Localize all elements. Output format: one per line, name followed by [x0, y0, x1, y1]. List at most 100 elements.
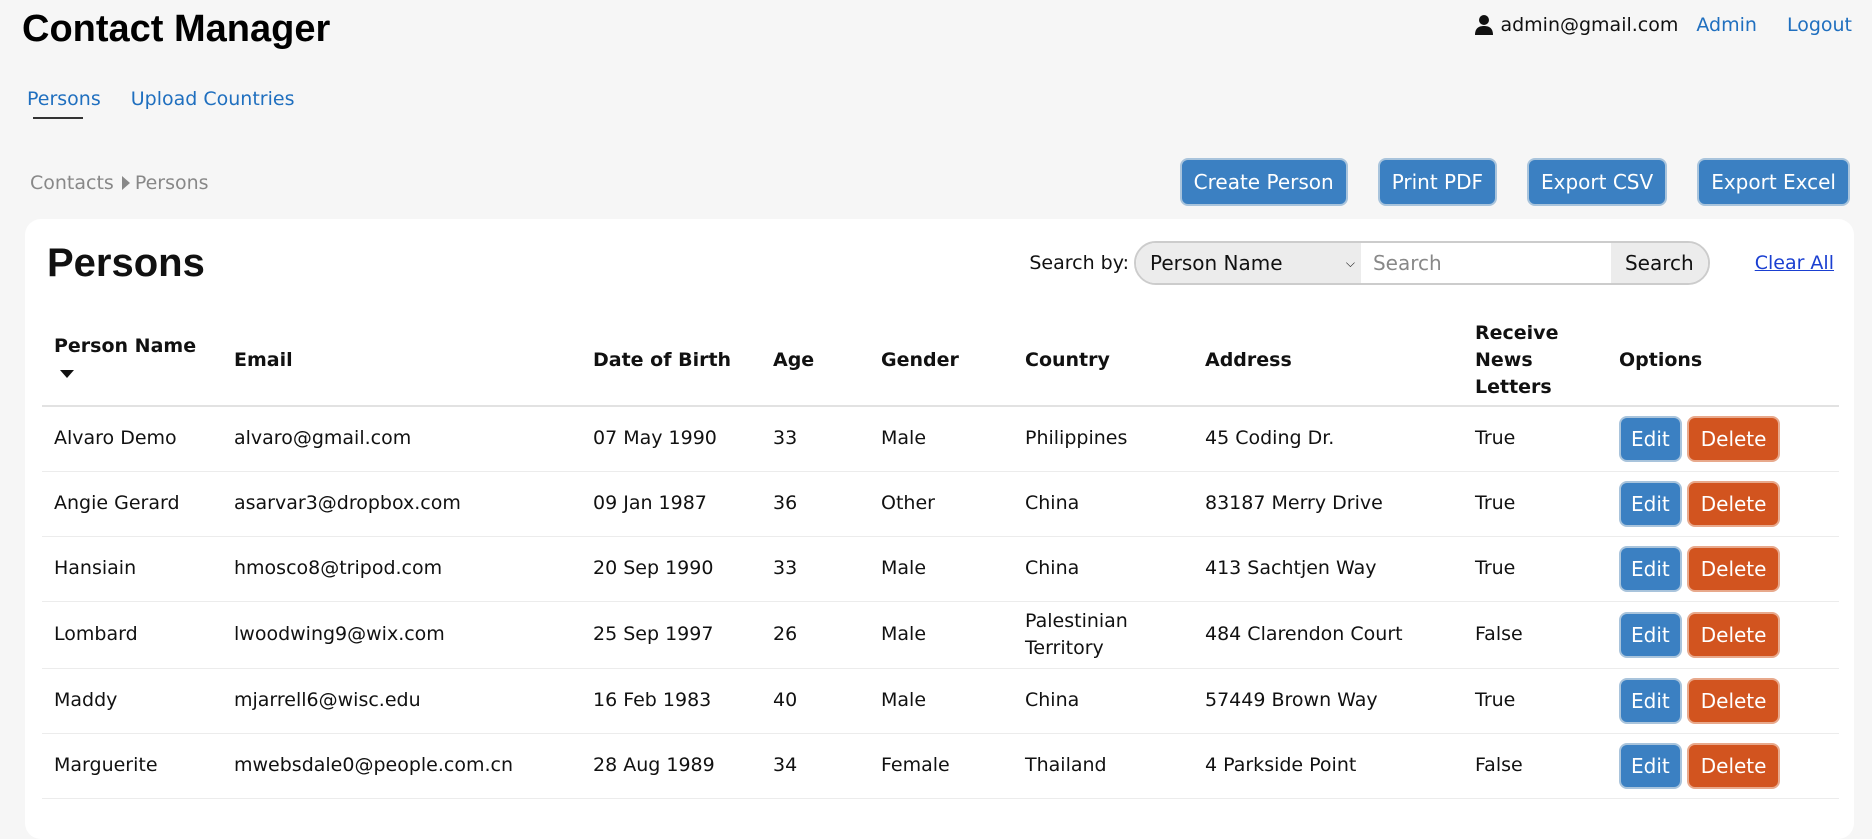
cell-age: 26	[761, 601, 869, 669]
search-field-select[interactable]: Person Name ⌵	[1135, 243, 1361, 283]
user-icon	[1475, 15, 1494, 35]
search-button[interactable]: Search	[1610, 243, 1708, 283]
cell-gender: Male	[869, 668, 1013, 734]
column-header-country[interactable]: Country	[1013, 315, 1193, 407]
clear-all-link[interactable]: Clear All	[1755, 252, 1834, 274]
cell-age: 36	[761, 471, 869, 537]
persons-card: Persons Search by: Person Name ⌵ Search …	[25, 219, 1854, 839]
cell-date-of-birth: 25 Sep 1997	[581, 601, 761, 669]
cell-date-of-birth: 28 Aug 1989	[581, 733, 761, 799]
cell-country: China	[1013, 471, 1193, 537]
table-row: Maddy mjarrell6@wisc.edu 16 Feb 1983 40 …	[42, 668, 1839, 734]
cell-email: asarvar3@dropbox.com	[222, 471, 581, 537]
edit-button[interactable]: Edit	[1619, 545, 1682, 592]
table-header-row: Person Name Email Date of Birth Age Gend…	[42, 315, 1839, 407]
cell-gender: Male	[869, 536, 1013, 602]
caret-right-icon	[121, 176, 130, 190]
cell-address: 413 Sachtjen Way	[1193, 536, 1463, 602]
main-nav: Persons Upload Countries	[27, 88, 324, 119]
cell-age: 40	[761, 668, 869, 734]
edit-button[interactable]: Edit	[1619, 415, 1682, 462]
cell-date-of-birth: 07 May 1990	[581, 406, 761, 472]
cell-person-name: Marguerite	[42, 733, 222, 799]
user-email: admin@gmail.com	[1500, 14, 1679, 36]
cell-country: Palestinian Territory	[1013, 601, 1193, 669]
cell-date-of-birth: 20 Sep 1990	[581, 536, 761, 602]
edit-button[interactable]: Edit	[1619, 480, 1682, 527]
delete-button[interactable]: Delete	[1686, 742, 1781, 789]
cell-country: Philippines	[1013, 406, 1193, 472]
sort-desc-icon	[60, 369, 74, 378]
cell-options: Edit Delete	[1607, 601, 1839, 669]
admin-link[interactable]: Admin	[1696, 14, 1757, 36]
persons-table: Person Name Email Date of Birth Age Gend…	[42, 315, 1839, 799]
cell-receive-news-letters: True	[1463, 536, 1607, 602]
app-title: Contact Manager	[22, 8, 331, 50]
delete-button[interactable]: Delete	[1686, 480, 1781, 527]
column-header-address[interactable]: Address	[1193, 315, 1463, 407]
column-header-options: Options	[1607, 315, 1839, 407]
cell-email: mwebsdale0@people.com.cn	[222, 733, 581, 799]
cell-options: Edit Delete	[1607, 668, 1839, 734]
cell-address: 57449 Brown Way	[1193, 668, 1463, 734]
cell-gender: Other	[869, 471, 1013, 537]
user-area: admin@gmail.com Admin Logout	[1474, 14, 1852, 36]
cell-gender: Male	[869, 406, 1013, 472]
delete-button[interactable]: Delete	[1686, 415, 1781, 462]
cell-options: Edit Delete	[1607, 471, 1839, 537]
cell-country: China	[1013, 536, 1193, 602]
create-person-button[interactable]: Create Person	[1179, 158, 1348, 206]
table-row: Lombard lwoodwing9@wix.com 25 Sep 1997 2…	[42, 601, 1839, 669]
cell-person-name: Lombard	[42, 601, 222, 669]
cell-email: hmosco8@tripod.com	[222, 536, 581, 602]
delete-button[interactable]: Delete	[1686, 611, 1781, 658]
cell-address: 484 Clarendon Court	[1193, 601, 1463, 669]
edit-button[interactable]: Edit	[1619, 742, 1682, 789]
cell-receive-news-letters: True	[1463, 668, 1607, 734]
edit-button[interactable]: Edit	[1619, 677, 1682, 724]
logout-link[interactable]: Logout	[1787, 14, 1852, 36]
cell-options: Edit Delete	[1607, 406, 1839, 472]
cell-age: 34	[761, 733, 869, 799]
search-input[interactable]	[1360, 243, 1611, 283]
export-excel-button[interactable]: Export Excel	[1697, 158, 1850, 206]
cell-email: lwoodwing9@wix.com	[222, 601, 581, 669]
cell-email: alvaro@gmail.com	[222, 406, 581, 472]
table-row: Hansiain hmosco8@tripod.com 20 Sep 1990 …	[42, 536, 1839, 602]
cell-receive-news-letters: False	[1463, 733, 1607, 799]
table-row: Marguerite mwebsdale0@people.com.cn 28 A…	[42, 733, 1839, 799]
column-header-receive-news-letters[interactable]: Receive News Letters	[1463, 315, 1607, 407]
export-csv-button[interactable]: Export CSV	[1527, 158, 1668, 206]
search-area: Search by: Person Name ⌵ Search Clear Al…	[1029, 241, 1834, 285]
column-header-age[interactable]: Age	[761, 315, 869, 407]
cell-person-name: Angie Gerard	[42, 471, 222, 537]
delete-button[interactable]: Delete	[1686, 545, 1781, 592]
column-header-email[interactable]: Email	[222, 315, 581, 407]
cell-address: 45 Coding Dr.	[1193, 406, 1463, 472]
cell-person-name: Maddy	[42, 668, 222, 734]
breadcrumb-item-persons: Persons	[134, 172, 209, 194]
action-buttons: Create Person Print PDF Export CSV Expor…	[1150, 158, 1850, 206]
nav-item-upload-countries[interactable]: Upload Countries	[131, 88, 295, 116]
edit-button[interactable]: Edit	[1619, 611, 1682, 658]
cell-gender: Male	[869, 601, 1013, 669]
cell-address: 4 Parkside Point	[1193, 733, 1463, 799]
page-title: Persons	[47, 241, 205, 285]
breadcrumb-item-contacts[interactable]: Contacts	[30, 172, 114, 194]
cell-receive-news-letters: True	[1463, 406, 1607, 472]
nav-item-persons[interactable]: Persons	[27, 88, 101, 119]
search-label: Search by:	[1029, 252, 1129, 274]
column-header-date-of-birth[interactable]: Date of Birth	[581, 315, 761, 407]
delete-button[interactable]: Delete	[1686, 677, 1781, 724]
cell-address: 83187 Merry Drive	[1193, 471, 1463, 537]
cell-country: Thailand	[1013, 733, 1193, 799]
table-row: Alvaro Demo alvaro@gmail.com 07 May 1990…	[42, 406, 1839, 472]
column-header-gender[interactable]: Gender	[869, 315, 1013, 407]
column-header-person-name[interactable]: Person Name	[42, 315, 222, 407]
search-field-value: Person Name	[1149, 251, 1283, 275]
cell-options: Edit Delete	[1607, 536, 1839, 602]
print-pdf-button[interactable]: Print PDF	[1377, 158, 1498, 206]
cell-gender: Female	[869, 733, 1013, 799]
cell-email: mjarrell6@wisc.edu	[222, 668, 581, 734]
breadcrumb: Contacts Persons	[30, 172, 209, 194]
